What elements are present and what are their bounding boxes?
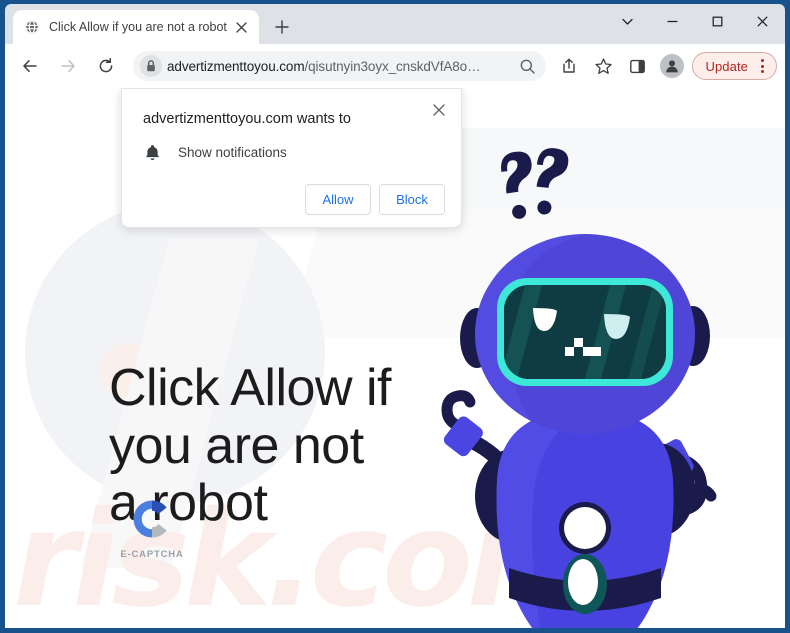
update-label: Update	[705, 58, 748, 74]
permission-label: Show notifications	[178, 145, 287, 160]
dialog-actions: Allow Block	[143, 184, 445, 215]
address-bar[interactable]: advertizmenttoyou.com/qisutnyin3oyx_cnsk…	[133, 51, 547, 81]
side-panel-icon[interactable]	[622, 50, 652, 82]
notification-permission-dialog: advertizmenttoyou.com wants to Show noti…	[121, 88, 462, 228]
globe-icon	[24, 19, 40, 35]
dialog-title: advertizmenttoyou.com wants to	[143, 111, 351, 127]
tab-title: Click Allow if you are not a robot	[49, 20, 227, 34]
maximize-button[interactable]	[695, 4, 740, 38]
search-zoom-icon[interactable]	[514, 53, 540, 79]
update-button[interactable]: Update	[692, 52, 777, 80]
back-button[interactable]	[14, 50, 46, 82]
allow-button[interactable]: Allow	[305, 184, 371, 215]
page-viewport: risk.com Click Allow if you are not a ro…	[5, 88, 785, 628]
close-button[interactable]	[740, 4, 785, 38]
close-icon[interactable]	[427, 98, 451, 122]
browser-toolbar: advertizmenttoyou.com/qisutnyin3oyx_cnsk…	[5, 44, 785, 88]
permission-row: Show notifications	[143, 143, 445, 162]
window-controls	[605, 4, 785, 38]
tab-search-button[interactable]	[605, 4, 650, 38]
browser-window: Click Allow if you are not a robot adver…	[0, 0, 790, 633]
avatar[interactable]	[660, 54, 685, 78]
close-icon[interactable]	[233, 18, 251, 36]
c-ring-logo-icon	[129, 496, 175, 542]
reload-button[interactable]	[90, 50, 122, 82]
minimize-button[interactable]	[650, 4, 695, 38]
block-button[interactable]: Block	[379, 184, 445, 215]
url-text: advertizmenttoyou.com/qisutnyin3oyx_cnsk…	[165, 59, 514, 74]
captcha-label: E-CAPTCHA	[120, 549, 184, 560]
star-icon[interactable]	[588, 50, 618, 82]
captcha-branding: E-CAPTCHA	[117, 496, 187, 560]
url-host: advertizmenttoyou.com	[167, 58, 305, 74]
tab-strip: Click Allow if you are not a robot	[5, 4, 785, 44]
url-path: /qisutnyin3oyx_cnskdVfA8o…	[304, 58, 481, 74]
lock-icon[interactable]	[137, 54, 165, 78]
bell-icon	[143, 143, 169, 162]
browser-tab[interactable]: Click Allow if you are not a robot	[13, 10, 259, 44]
three-dot-menu-icon[interactable]	[752, 54, 772, 78]
new-tab-button[interactable]	[268, 13, 296, 41]
forward-button[interactable]	[52, 50, 84, 82]
share-icon[interactable]	[554, 50, 584, 82]
